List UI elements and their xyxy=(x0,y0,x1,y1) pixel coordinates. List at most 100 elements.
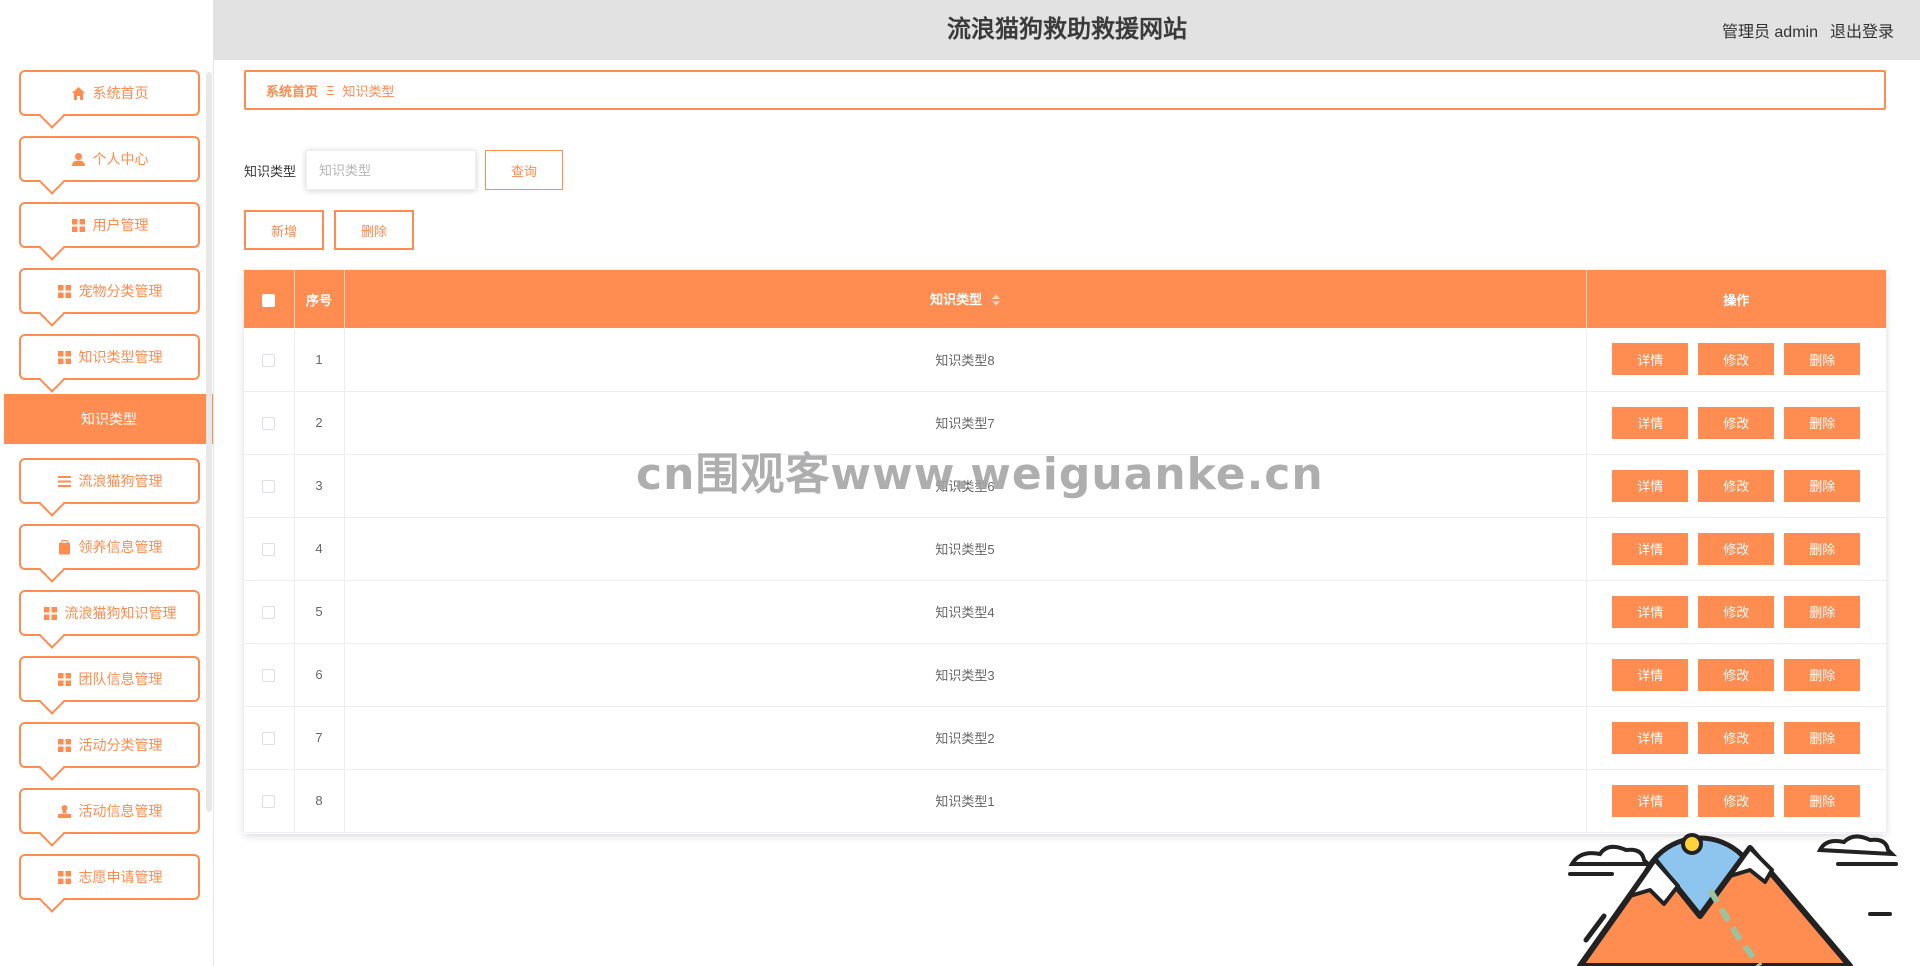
detail-button[interactable]: 详情 xyxy=(1612,343,1689,376)
table-row: 1 知识类型8 详情 修改 删除 xyxy=(244,328,1886,391)
breadcrumb-separator-icon: Ξ xyxy=(326,82,335,98)
sidebar-item-label: 系统首页 xyxy=(92,85,149,101)
sidebar-item-9[interactable]: 团队信息管理 xyxy=(19,656,200,702)
delete-button[interactable]: 删除 xyxy=(1784,658,1861,691)
sidebar-item-10[interactable]: 活动分类管理 xyxy=(19,722,200,768)
sidebar-item-5[interactable]: 知识类型管理 xyxy=(19,334,200,380)
row-type: 知识类型3 xyxy=(344,643,1587,706)
sidebar-item-label: 知识类型管理 xyxy=(78,349,163,365)
data-table: 序号 知识类型 操作 1 知识类型8 详情 修改 删除 2 知识类型7 详情 修改 删除 3 知识类型… xyxy=(244,270,1886,834)
row-index: 8 xyxy=(294,769,345,832)
delete-button[interactable]: 删除 xyxy=(1784,784,1861,817)
sidebar-item-3[interactable]: 用户管理 xyxy=(19,202,200,248)
delete-button[interactable]: 删除 xyxy=(1784,721,1861,754)
query-button[interactable]: 查询 xyxy=(485,150,564,190)
detail-button[interactable]: 详情 xyxy=(1612,595,1689,628)
add-button[interactable]: 新增 xyxy=(244,210,324,250)
sidebar-item-8[interactable]: 流浪猫狗知识管理 xyxy=(19,590,200,636)
row-checkbox[interactable] xyxy=(262,795,276,809)
breadcrumb: 系统首页 Ξ 知识类型 xyxy=(244,70,1886,110)
detail-button[interactable]: 详情 xyxy=(1612,469,1689,502)
detail-button[interactable]: 详情 xyxy=(1612,532,1689,565)
sidebar-item-12[interactable]: 志愿申请管理 xyxy=(19,854,200,900)
delete-button[interactable]: 删除 xyxy=(1784,406,1861,439)
header-ops: 操作 xyxy=(1723,292,1750,308)
sort-icon[interactable] xyxy=(991,293,1000,309)
watermark: cn围观客www.weiguanke.cn xyxy=(636,449,1324,500)
detail-button[interactable]: 详情 xyxy=(1612,721,1689,754)
edit-button[interactable]: 修改 xyxy=(1698,469,1775,502)
grid-icon xyxy=(43,606,58,621)
row-checkbox-cell xyxy=(244,643,295,706)
edit-button[interactable]: 修改 xyxy=(1698,784,1775,817)
edit-button[interactable]: 修改 xyxy=(1698,406,1775,439)
sidebar-item-4[interactable]: 宠物分类管理 xyxy=(19,268,200,314)
sidebar-item-label: 流浪猫狗管理 xyxy=(78,473,163,489)
sidebar-item-11[interactable]: 活动信息管理 xyxy=(19,788,200,834)
sidebar-item-label: 活动分类管理 xyxy=(78,737,163,753)
table-row: 4 知识类型5 详情 修改 删除 xyxy=(244,517,1886,580)
batch-delete-button[interactable]: 删除 xyxy=(334,210,414,250)
header-type-label: 知识类型 xyxy=(930,292,983,308)
row-checkbox[interactable] xyxy=(262,417,276,431)
row-index: 1 xyxy=(294,328,345,391)
sidebar-item-6[interactable]: 流浪猫狗管理 xyxy=(19,458,200,504)
edit-button[interactable]: 修改 xyxy=(1698,595,1775,628)
sidebar-item-label: 团队信息管理 xyxy=(78,671,163,687)
delete-button[interactable]: 删除 xyxy=(1784,595,1861,628)
row-index: 3 xyxy=(294,454,345,517)
edit-button[interactable]: 修改 xyxy=(1698,658,1775,691)
sidebar-scrollbar[interactable] xyxy=(206,72,212,812)
header-type[interactable]: 知识类型 xyxy=(344,270,1587,328)
row-checkbox-cell xyxy=(244,517,295,580)
row-checkbox[interactable] xyxy=(262,543,276,557)
logout-link[interactable]: 退出登录 xyxy=(1830,18,1894,42)
grid-icon xyxy=(57,672,72,687)
clipboard-icon xyxy=(57,539,72,555)
breadcrumb-home[interactable]: 系统首页 xyxy=(266,81,318,100)
header-checkbox-cell xyxy=(244,270,295,328)
row-index: 4 xyxy=(294,517,345,580)
detail-button[interactable]: 详情 xyxy=(1612,406,1689,439)
sidebar-submenu-item-active[interactable]: 知识类型 xyxy=(4,394,213,444)
row-type: 知识类型1 xyxy=(344,769,1587,832)
grid-icon xyxy=(57,284,72,299)
row-index: 2 xyxy=(294,391,345,454)
row-checkbox[interactable] xyxy=(262,669,276,683)
sidebar-item-label: 用户管理 xyxy=(92,217,149,233)
detail-button[interactable]: 详情 xyxy=(1612,658,1689,691)
edit-button[interactable]: 修改 xyxy=(1698,721,1775,754)
row-type: 知识类型5 xyxy=(344,517,1587,580)
table-header-row: 序号 知识类型 操作 xyxy=(244,270,1886,328)
select-all-checkbox[interactable] xyxy=(262,293,276,307)
grid-icon xyxy=(57,738,72,753)
sidebar-item-7[interactable]: 领养信息管理 xyxy=(19,524,200,570)
user-area: 管理员 admin 退出登录 xyxy=(1722,0,1894,60)
edit-button[interactable]: 修改 xyxy=(1698,532,1775,565)
row-checkbox-cell xyxy=(244,769,295,832)
sidebar-menu: 系统首页个人中心用户管理宠物分类管理 知识类型管理知识类型流浪猫狗管理领养信息管理… xyxy=(0,70,213,920)
row-checkbox[interactable] xyxy=(262,732,276,746)
delete-button[interactable]: 删除 xyxy=(1784,343,1861,376)
row-checkbox[interactable] xyxy=(262,480,276,494)
sidebar-item-label: 志愿申请管理 xyxy=(78,869,163,885)
edit-button[interactable]: 修改 xyxy=(1698,343,1775,376)
top-header: 流浪猫狗救助救援网站 管理员 admin 退出登录 xyxy=(214,0,1920,60)
row-checkbox[interactable] xyxy=(262,353,276,367)
row-type: 知识类型4 xyxy=(344,580,1587,643)
row-checkbox-cell xyxy=(244,328,295,391)
row-checkbox[interactable] xyxy=(262,606,276,620)
table-row: 5 知识类型4 详情 修改 删除 xyxy=(244,580,1886,643)
row-checkbox-cell xyxy=(244,706,295,769)
sidebar-item-2[interactable]: 个人中心 xyxy=(19,136,200,182)
detail-button[interactable]: 详情 xyxy=(1612,784,1689,817)
row-ops: 详情 修改 删除 xyxy=(1586,580,1886,643)
delete-button[interactable]: 删除 xyxy=(1784,532,1861,565)
sidebar-item-label: 宠物分类管理 xyxy=(78,283,163,299)
header-index: 序号 xyxy=(294,270,345,328)
breadcrumb-current: 知识类型 xyxy=(342,83,395,99)
grid-icon xyxy=(57,350,72,365)
search-input[interactable] xyxy=(306,150,477,190)
sidebar-item-1[interactable]: 系统首页 xyxy=(19,70,200,116)
delete-button[interactable]: 删除 xyxy=(1784,469,1861,502)
